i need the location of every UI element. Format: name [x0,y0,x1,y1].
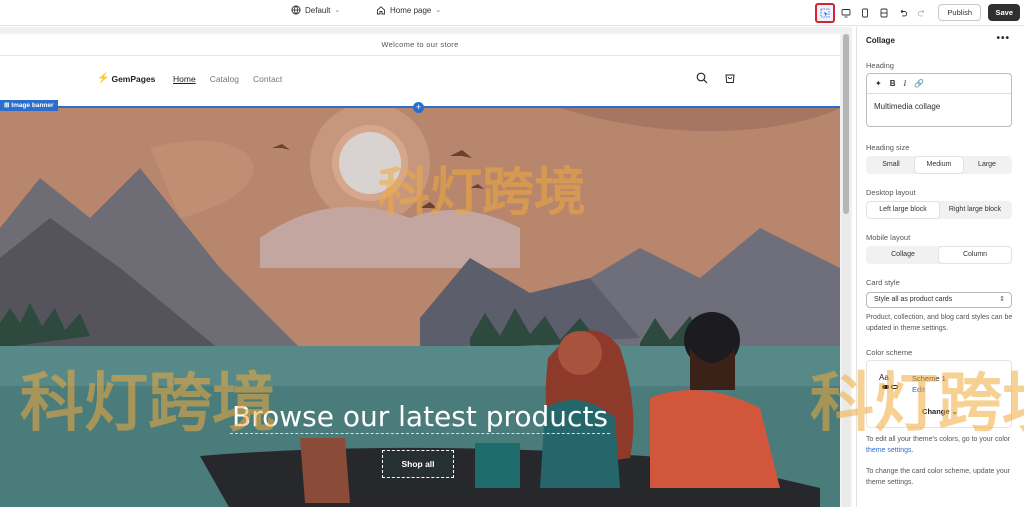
nav-item-contact[interactable]: Contact [253,74,282,84]
bold-icon[interactable]: B [890,79,896,88]
page-selector[interactable]: Home page ⌄ [376,5,441,15]
color-scheme-picker: Aa Scheme 1 Edit Change ⌄ [866,360,1012,428]
page-selector-label: Home page [390,5,432,15]
cart-icon[interactable] [724,72,736,84]
scheme-change-label: Change [922,407,950,416]
store-logo-text: GemPages [111,73,156,84]
mobile-layout-label: Mobile layout [866,233,911,242]
preview-canvas: Welcome to our store ⚡ GemPages Home Cat… [0,27,852,507]
chevron-down-icon: ⌄ [435,7,442,14]
theme-colors-help-text: To edit all your theme's colors, go to y… [866,436,1011,443]
store-header: ⚡ GemPages Home Catalog Contact [0,56,840,106]
heading-size-label: Heading size [866,143,910,152]
magic-icon[interactable]: ✦ [875,79,882,88]
theme-settings-link[interactable]: theme settings [866,447,912,454]
desktop-layout-segmented: Left large block Right large block [866,201,1012,219]
chevron-down-icon: ⌄ [334,7,341,14]
globe-icon [291,5,301,15]
mobile-layout-column[interactable]: Column [939,247,1011,263]
desktop-view-icon[interactable] [838,5,854,21]
publish-button[interactable]: Publish [938,4,981,21]
mobile-layout-collage[interactable]: Collage [867,247,939,263]
desktop-layout-right-large[interactable]: Right large block [939,202,1011,218]
mobile-view-icon[interactable] [857,5,873,21]
heading-size-medium[interactable]: Medium [915,157,963,173]
theme-colors-help: To edit all your theme's colors, go to y… [866,435,1014,456]
save-button[interactable]: Save [988,4,1020,21]
desktop-layout-label: Desktop layout [866,188,916,197]
heading-editor[interactable]: ✦ B I 🔗 Multimedia collage [866,73,1012,127]
canvas-scrollbar[interactable] [842,34,850,507]
heading-value[interactable]: Multimedia collage [867,94,1011,119]
redo-icon[interactable] [914,5,930,21]
header-icons [696,72,736,84]
shop-all-button[interactable]: Shop all [382,450,454,478]
mobile-layout-segmented: Collage Column [866,246,1012,264]
scrollbar-thumb[interactable] [843,34,849,214]
nav-item-home[interactable]: Home [173,74,196,84]
heading-label: Heading [866,61,894,70]
scheme-change-button[interactable]: Change ⌄ [867,407,1013,416]
home-icon [377,6,385,15]
scheme-swatch[interactable]: Aa [879,373,903,397]
card-style-value: Style all as product cards [874,296,953,303]
settings-panel: Collage ••• Heading ✦ B I 🔗 Multimedia c… [856,27,1024,507]
search-icon[interactable] [696,72,708,84]
banner-heading-text: Browse our latest products [229,400,611,434]
heading-size-large[interactable]: Large [963,157,1011,173]
chevron-down-icon: ⌄ [951,407,958,416]
card-scheme-help: To change the card color scheme, update … [866,468,1010,486]
theme-selector-label: Default [305,5,331,15]
heading-size-small[interactable]: Small [867,157,915,173]
store-logo[interactable]: ⚡ GemPages [97,73,155,84]
card-style-help: Product, collection, and blog card style… [866,314,1013,332]
toolbar-icon-group [815,3,930,23]
link-icon[interactable]: 🔗 [914,79,924,88]
more-options-icon[interactable]: ••• [996,33,1010,44]
color-scheme-label: Color scheme [866,348,913,357]
nav-item-catalog[interactable]: Catalog [210,74,239,84]
heading-size-segmented: Small Medium Large [866,156,1012,174]
scheme-name: Scheme 1 [912,374,946,383]
inspector-toggle-icon[interactable] [815,3,835,23]
store-preview: Welcome to our store ⚡ GemPages Home Cat… [0,34,840,507]
scheme-swatch-bars [882,385,898,389]
scheme-swatch-text: Aa [879,373,889,382]
card-style-select[interactable]: Style all as product cards ⇕ [866,292,1012,308]
panel-title: Collage [866,36,895,45]
undo-icon[interactable] [895,5,911,21]
rich-text-toolbar: ✦ B I 🔗 [867,74,1011,94]
add-section-button[interactable]: + [413,102,424,113]
italic-icon[interactable]: I [903,79,906,88]
editor-toolbar: Default ⌄ Home page ⌄ Publish Save [0,0,1024,26]
card-style-label: Card style [866,278,900,287]
theme-selector[interactable]: Default ⌄ [291,5,340,15]
section-badge-label: Image banner [11,102,54,109]
banner-heading[interactable]: Browse our latest products [0,400,840,434]
scheme-edit-link[interactable]: Edit [912,385,925,394]
full-width-view-icon[interactable] [876,5,892,21]
image-banner[interactable]: Browse our latest products Shop all [0,106,840,507]
theme-colors-help-end: . [911,446,914,454]
store-nav: Home Catalog Contact [173,74,282,84]
logo-mark-icon: ⚡ [97,73,110,84]
section-badge: ⊞ Image banner [0,100,58,111]
select-caret-icon: ⇕ [999,296,1005,303]
desktop-layout-left-large[interactable]: Left large block [867,202,939,218]
banner-illustration [0,108,840,507]
announcement-bar: Welcome to our store [0,34,840,56]
